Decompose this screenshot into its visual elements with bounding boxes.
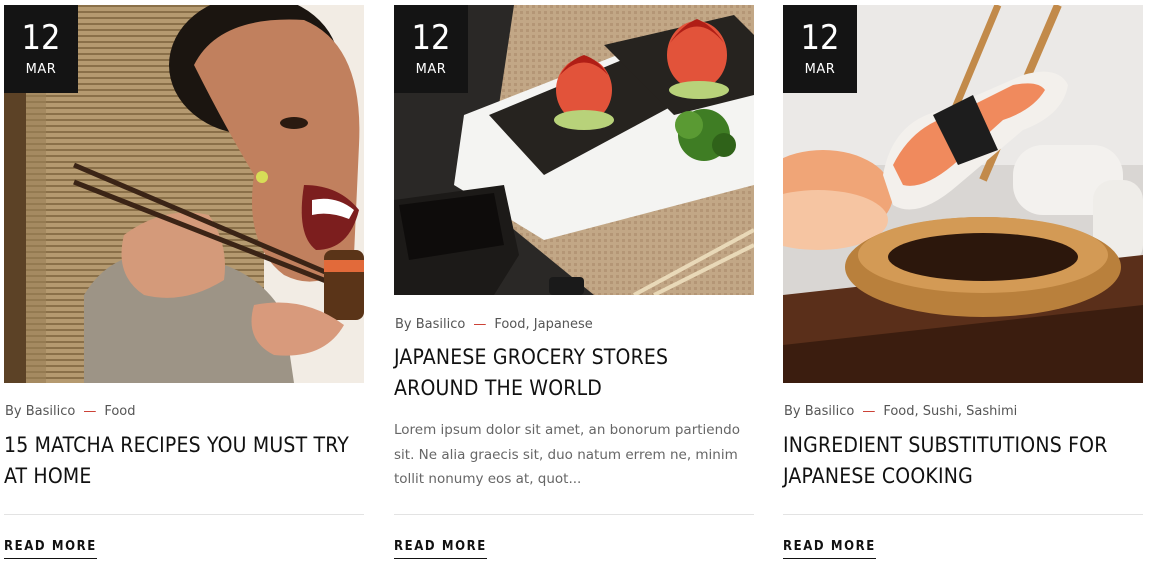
post-title[interactable]: Ingredient Substitutions For Japanese Co… bbox=[783, 430, 1128, 492]
post-meta: By Basilico — Food, Japanese bbox=[395, 317, 593, 332]
post-title[interactable]: Japanese Grocery Stores Around The World bbox=[394, 342, 739, 404]
blog-card-1: 12 MAR By Basilico — Food 15 Matcha Recipe… bbox=[4, 5, 364, 565]
meta-separator: — bbox=[862, 404, 876, 419]
date-month: MAR bbox=[804, 62, 836, 77]
author-link[interactable]: By Basilico bbox=[395, 317, 465, 332]
date-badge: 12 MAR bbox=[4, 5, 78, 93]
blog-card-2: 12 MAR By Basilico — Food, Japanese Japane… bbox=[394, 5, 754, 565]
post-image[interactable]: 12 MAR bbox=[783, 5, 1143, 383]
post-title[interactable]: 15 Matcha Recipes You Must Try At Home bbox=[4, 430, 349, 492]
date-day: 12 bbox=[800, 18, 840, 58]
author-link[interactable]: By Basilico bbox=[5, 404, 75, 419]
post-image[interactable]: 12 MAR bbox=[394, 5, 754, 295]
post-meta: By Basilico — Food bbox=[5, 404, 136, 419]
read-more-link[interactable]: READ MORE bbox=[783, 539, 876, 559]
divider bbox=[394, 514, 754, 515]
date-month: MAR bbox=[25, 62, 57, 77]
date-month: MAR bbox=[415, 62, 447, 77]
read-more-link[interactable]: READ MORE bbox=[4, 539, 97, 559]
date-badge: 12 MAR bbox=[783, 5, 857, 93]
category-links[interactable]: Food, Japanese bbox=[494, 317, 592, 332]
divider bbox=[783, 514, 1143, 515]
read-more-link[interactable]: READ MORE bbox=[394, 539, 487, 559]
category-links[interactable]: Food, Sushi, Sashimi bbox=[883, 404, 1017, 419]
date-day: 12 bbox=[21, 18, 61, 58]
post-excerpt: Lorem ipsum dolor sit amet, an bonorum p… bbox=[394, 422, 740, 487]
date-day: 12 bbox=[411, 18, 451, 58]
author-link[interactable]: By Basilico bbox=[784, 404, 854, 419]
post-meta: By Basilico — Food, Sushi, Sashimi bbox=[784, 404, 1017, 419]
blog-card-3: 12 MAR By Basilico — Food, Sushi, Sashimi … bbox=[783, 5, 1143, 565]
date-badge: 12 MAR bbox=[394, 5, 468, 93]
divider bbox=[4, 514, 364, 515]
post-image[interactable]: 12 MAR bbox=[4, 5, 364, 383]
meta-separator: — bbox=[473, 317, 487, 332]
meta-separator: — bbox=[83, 404, 97, 419]
category-links[interactable]: Food bbox=[104, 404, 135, 419]
